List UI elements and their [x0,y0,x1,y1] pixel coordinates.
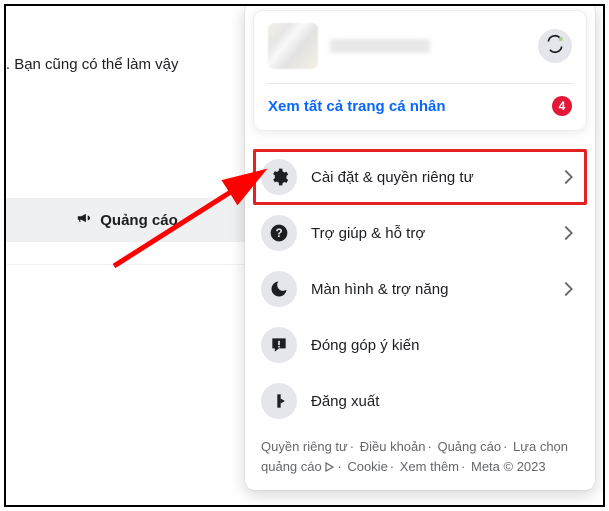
see-all-profiles-label: Xem tất cả trang cá nhân [268,98,446,115]
menu-item-feedback[interactable]: Đóng góp ý kiến [253,317,587,373]
adchoices-icon [325,458,335,468]
feedback-icon [261,327,297,363]
footer-terms[interactable]: Điều khoản [360,439,426,454]
profile-row[interactable] [268,23,572,83]
menu-item-help[interactable]: ? Trợ giúp & hỗ trợ [253,205,587,261]
notification-badge: 4 [552,96,572,116]
switch-profile-button[interactable] [538,29,572,63]
svg-text:?: ? [275,227,282,240]
chevron-right-icon [557,166,579,188]
menu-item-display[interactable]: Màn hình & trợ năng [253,261,587,317]
see-all-profiles-link[interactable]: Xem tất cả trang cá nhân 4 [268,84,572,116]
bullhorn-icon [74,211,92,229]
footer-links: Quyền riêng tư· Điều khoản· Quảng cáo· L… [253,429,587,482]
background-divider [6,264,246,265]
menu-item-settings[interactable]: Cài đặt & quyền riêng tư [253,149,587,205]
menu-label: Cài đặt & quyền riêng tư [311,169,543,186]
moon-icon [261,271,297,307]
profile-card: Xem tất cả trang cá nhân 4 [253,10,587,131]
logout-icon [261,383,297,419]
account-menu-panel: Xem tất cả trang cá nhân 4 Cài đặt & quy… [245,4,595,490]
menu-label: Đăng xuất [311,393,579,410]
gear-icon [261,159,297,195]
question-icon: ? [261,215,297,251]
background-instruction-text: rang mới. Bạn cũng có thể làm vậy [4,56,178,73]
footer-more[interactable]: Xem thêm [400,459,459,474]
menu-list: Cài đặt & quyền riêng tư ? Trợ giúp & hỗ… [253,149,587,429]
menu-label: Màn hình & trợ năng [311,281,543,298]
footer-cookie[interactable]: Cookie [347,459,387,474]
chevron-right-icon [557,278,579,300]
footer-meta: Meta © 2023 [471,459,546,474]
menu-label: Trợ giúp & hỗ trợ [311,225,543,242]
menu-label: Đóng góp ý kiến [311,337,579,354]
footer-privacy[interactable]: Quyền riêng tư [261,439,348,454]
ads-button-label: Quảng cáo [100,212,178,229]
ads-button[interactable]: Quảng cáo [6,198,246,242]
menu-item-logout[interactable]: Đăng xuất [253,373,587,429]
chevron-right-icon [557,222,579,244]
footer-ads[interactable]: Quảng cáo [437,439,501,454]
swap-icon [545,34,565,59]
avatar [268,23,318,69]
profile-name-blurred [330,39,430,53]
